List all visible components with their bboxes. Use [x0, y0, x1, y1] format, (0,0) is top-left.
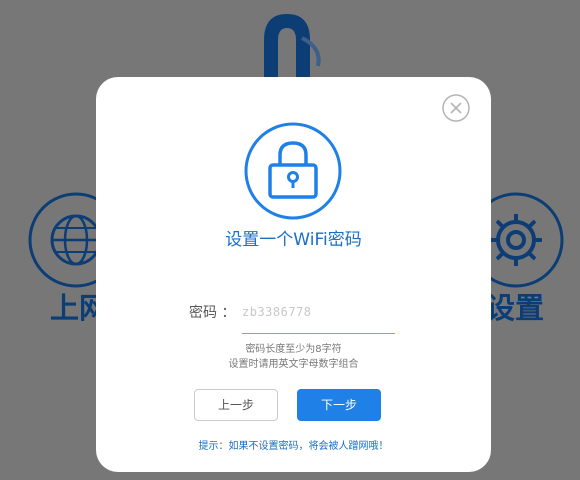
previous-step-button[interactable]: 上一步 [194, 389, 278, 421]
password-format-hint: 设置时请用英文字母数字组合 [228, 359, 359, 370]
wifi-password-dialog: 设置一个WiFi密码 密码 ： 密码长度至少为8字符 设置时请用英文字母数字组合… [96, 77, 491, 472]
dialog-title: 设置一个WiFi密码 [225, 230, 362, 250]
brand-logo-icon [264, 14, 321, 82]
settings-label: 设置 [486, 291, 545, 325]
password-label: 密码 ： [189, 305, 236, 321]
password-length-hint: 密码长度至少为8字符 [245, 344, 342, 355]
security-tip: 提示：如果不设置密码，将会被人蹭网哦！ [198, 441, 389, 452]
page: 上网 设置 设置一个WiFi密码 密码 ： 密码长度至少为8字符 设置时请用英文… [0, 0, 580, 480]
next-step-button[interactable]: 下一步 [297, 389, 381, 421]
password-underline [242, 333, 395, 334]
lock-icon [244, 122, 342, 220]
password-input[interactable] [242, 301, 392, 323]
close-icon[interactable] [441, 93, 471, 123]
